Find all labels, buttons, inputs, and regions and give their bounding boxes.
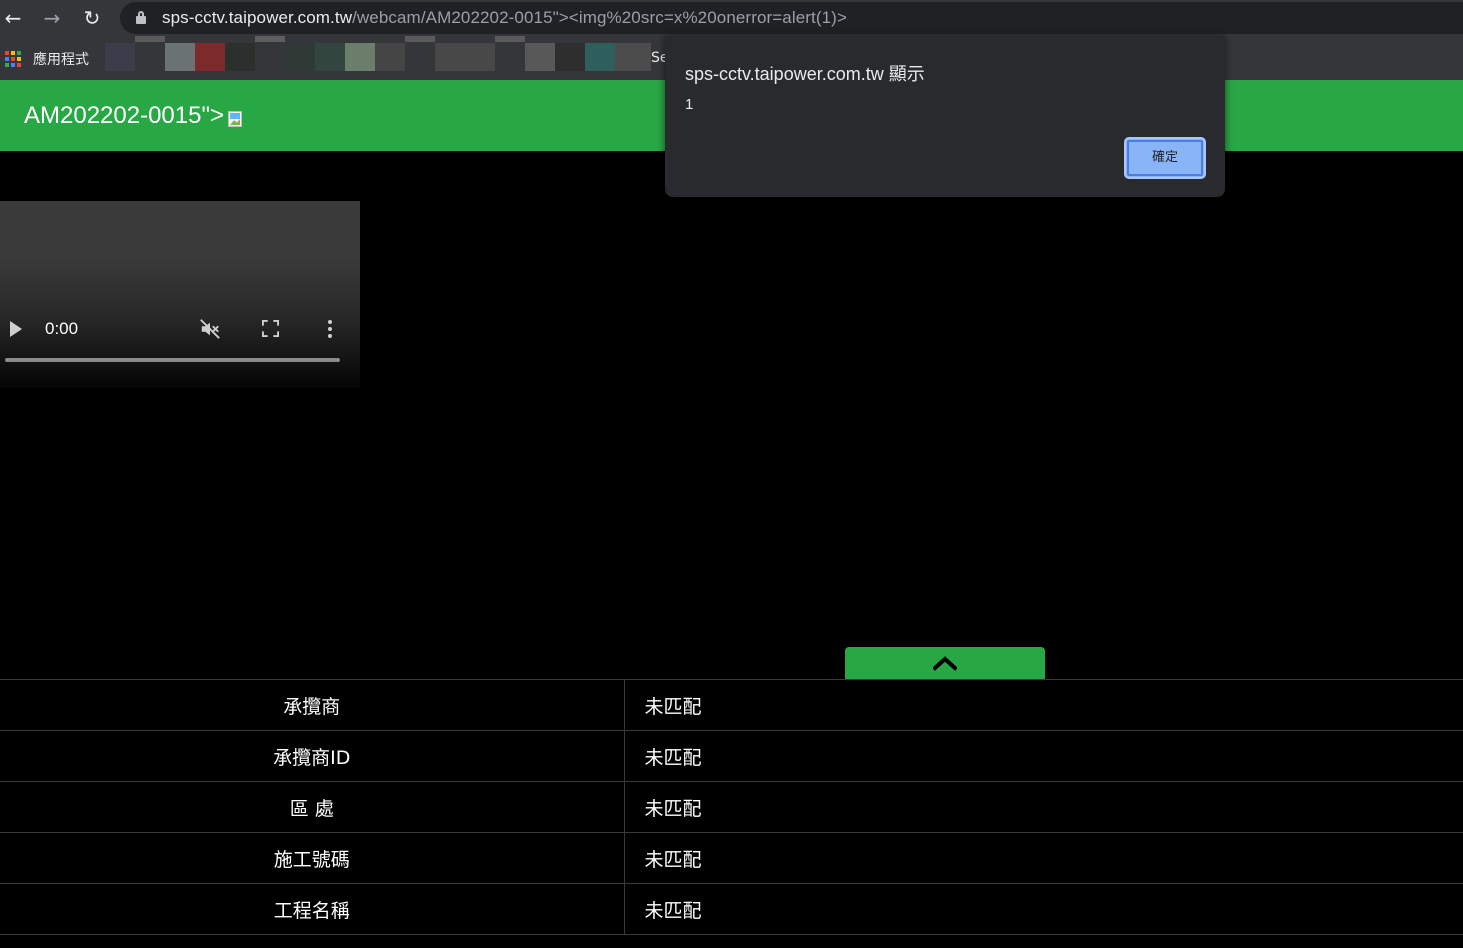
bookmark-obscured[interactable] — [435, 43, 495, 71]
back-arrow-icon[interactable]: ← — [0, 5, 26, 31]
bookmark-obscured[interactable] — [315, 43, 345, 71]
reload-icon[interactable]: ↻ — [79, 5, 105, 31]
bookmark-obscured[interactable] — [585, 43, 615, 71]
table-row: 施工號碼 未匹配 — [0, 832, 1463, 884]
chevron-up-icon — [933, 656, 957, 671]
video-progress-track[interactable] — [5, 358, 340, 362]
video-player[interactable]: 0:00 — [0, 201, 360, 388]
play-icon[interactable] — [10, 321, 22, 337]
row-value: 未匹配 — [624, 730, 1463, 782]
info-table: 承攬商 未匹配 承攬商ID 未匹配區 處未匹配 施工號碼 未匹配 工程名稱 未匹配 — [0, 679, 1463, 935]
row-label: 承攬商ID — [0, 730, 625, 782]
ok-button[interactable]: 確定 — [1124, 137, 1206, 179]
url-host: sps-cctv.taipower.com.tw — [162, 8, 353, 27]
apps-grid-icon[interactable] — [5, 51, 21, 67]
lock-icon[interactable] — [136, 11, 146, 24]
bookmark-obscured[interactable] — [225, 43, 255, 71]
collapse-panel-button[interactable] — [845, 647, 1045, 680]
bookmark-obscured[interactable] — [105, 43, 135, 71]
url-path: /webcam/AM202202-0015"><img%20src=x%20on… — [352, 8, 847, 27]
browser-toolbar: ← → ↻ sps-cctv.taipower.com.tw/webcam/AM… — [0, 0, 1463, 36]
forward-arrow-icon[interactable]: → — [39, 5, 65, 31]
address-bar[interactable]: sps-cctv.taipower.com.tw/webcam/AM202202… — [120, 2, 1463, 34]
row-value: 未匹配 — [624, 832, 1463, 884]
row-label: 工程名稱 — [0, 883, 625, 935]
dialog-title: sps-cctv.taipower.com.tw 顯示 — [685, 64, 925, 84]
url-text[interactable]: sps-cctv.taipower.com.tw/webcam/AM202202… — [162, 8, 847, 28]
more-options-icon[interactable] — [328, 320, 332, 338]
row-label: 區 處 — [0, 781, 625, 833]
bookmark-obscured — [405, 36, 435, 42]
dialog-message: 1 — [685, 96, 694, 113]
row-value: 未匹配 — [624, 883, 1463, 935]
row-value: 未匹配 — [624, 679, 1463, 731]
page-title: AM202202-0015"> — [24, 102, 246, 130]
bookmark-obscured — [495, 36, 525, 42]
alert-dialog: sps-cctv.taipower.com.tw 顯示 1 確定 — [665, 35, 1225, 197]
bookmark-obscured — [255, 36, 285, 42]
table-row: 工程名稱 未匹配 — [0, 883, 1463, 935]
row-label: 施工號碼 — [0, 832, 625, 884]
page-title-text: AM202202-0015"> — [24, 102, 225, 129]
bookmark-obscured[interactable] — [615, 43, 651, 71]
table-row: 區 處未匹配 — [0, 781, 1463, 833]
bookmark-obscured[interactable] — [555, 43, 585, 71]
bookmark-obscured[interactable] — [525, 43, 555, 71]
row-label: 承攬商 — [0, 679, 625, 731]
muted-speaker-icon[interactable] — [199, 318, 221, 340]
bookmark-obscured[interactable] — [285, 43, 315, 71]
bookmark-obscured[interactable] — [165, 43, 195, 71]
table-row: 承攬商ID 未匹配 — [0, 730, 1463, 782]
table-row: 承攬商 未匹配 — [0, 679, 1463, 731]
broken-image-icon — [226, 109, 246, 127]
bookmark-obscured — [135, 36, 165, 42]
row-value: 未匹配 — [624, 781, 1463, 833]
bookmark-obscured[interactable] — [195, 43, 225, 71]
bookmark-apps[interactable]: 應用程式 — [33, 49, 89, 69]
fullscreen-icon[interactable] — [262, 320, 279, 337]
video-time: 0:00 — [45, 319, 79, 338]
bookmark-obscured[interactable] — [375, 43, 405, 71]
bookmark-obscured[interactable] — [345, 43, 375, 71]
